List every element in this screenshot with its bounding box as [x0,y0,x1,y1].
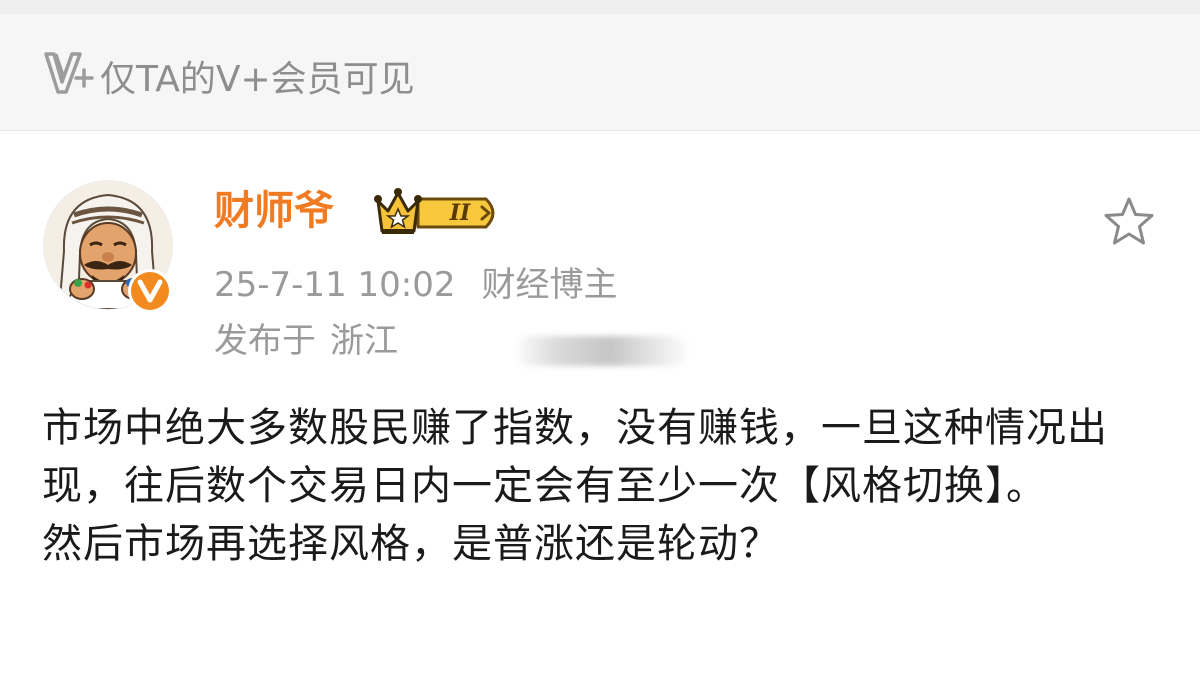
post-body: 市场中绝大多数股民赚了指数，没有赚钱，一旦这种情况出现，往后数个交易日内一定会有… [42,399,1162,573]
vplus-icon [44,52,94,94]
location-value: 浙江 [330,321,398,361]
top-strip [0,0,1200,14]
member-level-label: II [449,200,471,226]
location-prefix: 发布于 [214,321,316,361]
visibility-banner: 仅TA的V+会员可见 [0,14,1200,131]
post-meta: 25-7-11 10:02 财经博主 [214,265,618,305]
star-icon[interactable] [1102,195,1156,249]
post-paragraph: 市场中绝大多数股民赚了指数，没有赚钱，一旦这种情况出现，往后数个交易日内一定会有… [42,405,1108,509]
author-avatar-wrap[interactable] [44,181,172,313]
visibility-text: 仅TA的V+会员可见 [100,59,415,100]
blurred-content [516,336,688,366]
author-role: 财经博主 [481,265,618,305]
post-card: 财师爷 II 25-7-11 10:02 财经博主 发布于 浙江 市场中绝大多数股民… [0,131,1200,697]
post-paragraph: 然后市场再选择风格，是普涨还是轮动？ [42,521,780,567]
crown-badge-icon[interactable] [374,187,502,239]
post-time: 25-7-11 10:02 [214,265,456,305]
verified-v-icon [128,269,172,313]
post-location: 发布于 浙江 [214,321,398,361]
author-name[interactable]: 财师爷 [214,187,334,235]
